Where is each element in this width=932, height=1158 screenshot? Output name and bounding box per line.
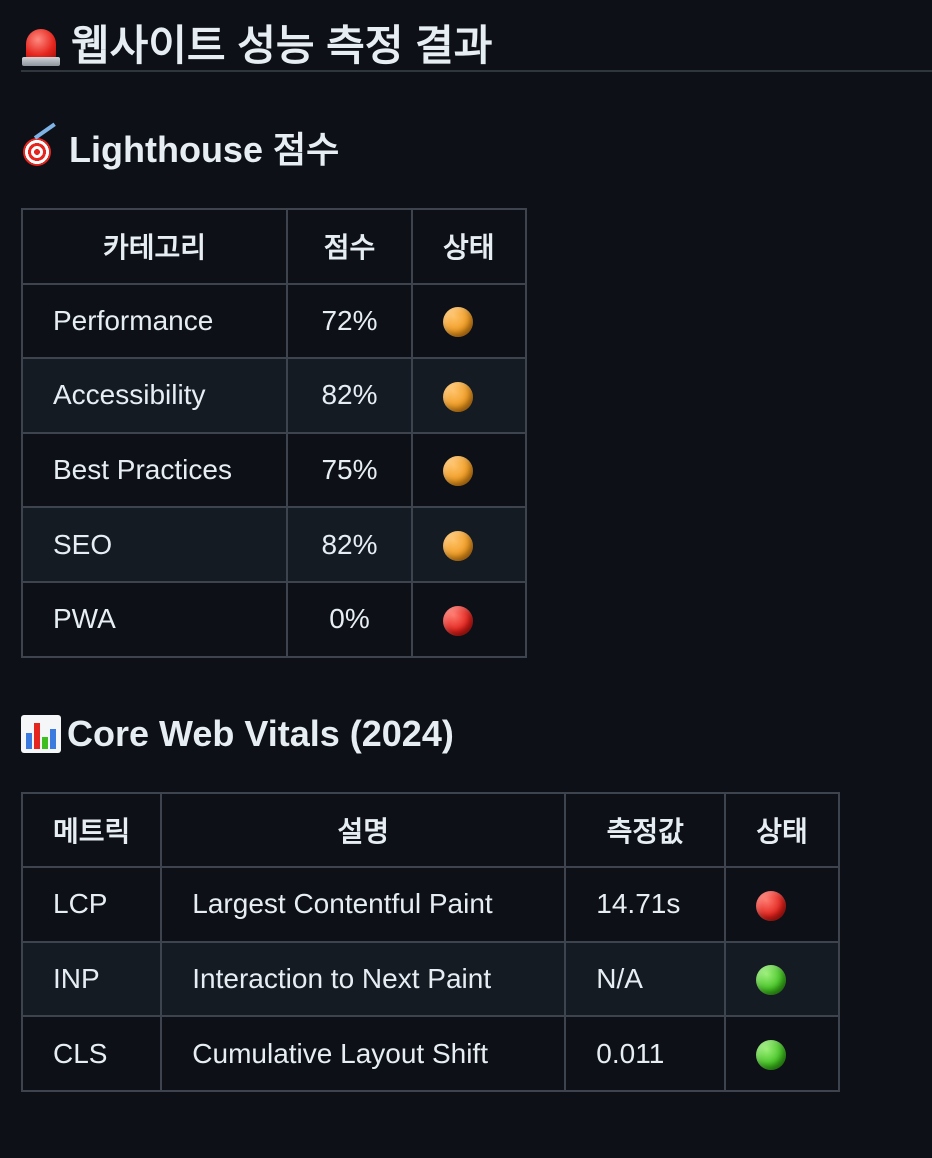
column-header: 점수: [286, 208, 413, 285]
status-circle-icon: [443, 605, 473, 636]
category-cell: Best Practices: [21, 431, 288, 509]
status-cell: [411, 580, 527, 658]
table-row: Best Practices 75%: [21, 431, 527, 509]
value-cell: 14.71s: [564, 866, 727, 943]
column-header: 메트릭: [20, 791, 163, 869]
column-header: 카테고리: [21, 208, 288, 285]
description-cell: Largest Contentful Paint: [160, 866, 567, 943]
page-title: 웹사이트 성능 측정 결과: [21, 0, 932, 72]
table-row: Performance 72%: [21, 282, 527, 360]
table-row: CLS Cumulative Layout Shift 0.011: [20, 1015, 840, 1092]
description-cell: Cumulative Layout Shift: [160, 1015, 567, 1092]
markdown-body: 웹사이트 성능 측정 결과 Lighthouse 점수 카테고리 점수 상태 P…: [20, 0, 932, 1092]
status-cell: [724, 1015, 840, 1092]
status-circle-icon: [443, 530, 473, 561]
status-cell: [411, 431, 527, 509]
table-row: INP Interaction to Next Paint N/A: [20, 940, 840, 1018]
status-circle-icon: [443, 456, 473, 487]
score-cell: 75%: [286, 431, 413, 509]
status-circle-icon: [443, 381, 473, 412]
description-cell: Interaction to Next Paint: [160, 940, 567, 1018]
status-cell: [411, 282, 527, 360]
status-cell: [411, 506, 527, 583]
web-vitals-table: 메트릭 설명 측정값 상태 LCP Largest Contentful Pai…: [20, 791, 840, 1092]
metric-cell: CLS: [20, 1015, 163, 1092]
value-cell: 0.011: [564, 1015, 727, 1092]
metric-cell: LCP: [20, 866, 163, 943]
status-circle-icon: [756, 965, 787, 996]
target-icon: [21, 122, 63, 168]
category-cell: SEO: [21, 506, 288, 583]
score-cell: 82%: [286, 506, 413, 583]
table-row: SEO 82%: [21, 506, 527, 583]
table-row: LCP Largest Contentful Paint 14.71s: [20, 866, 840, 943]
column-header: 상태: [411, 208, 527, 285]
web-vitals-heading: Core Web Vitals (2024): [21, 712, 932, 756]
page-title-text: 웹사이트 성능 측정 결과: [71, 22, 493, 69]
column-header: 설명: [160, 791, 567, 869]
column-header: 측정값: [564, 791, 727, 869]
status-circle-icon: [443, 307, 473, 338]
score-cell: 82%: [286, 357, 413, 434]
status-cell: [724, 866, 840, 943]
category-cell: Accessibility: [21, 357, 288, 434]
column-header: 상태: [724, 791, 840, 869]
lighthouse-heading-text: Lighthouse 점수: [69, 129, 340, 170]
table-header-row: 카테고리 점수 상태: [21, 208, 527, 285]
table-header-row: 메트릭 설명 측정값 상태: [20, 791, 840, 869]
web-vitals-heading-text: Core Web Vitals (2024): [67, 712, 454, 754]
category-cell: PWA: [21, 580, 288, 658]
value-cell: N/A: [564, 940, 727, 1018]
score-cell: 72%: [286, 282, 413, 360]
status-circle-icon: [756, 890, 787, 921]
lighthouse-table: 카테고리 점수 상태 Performance 72% Accessibility…: [21, 208, 527, 658]
table-row: PWA 0%: [21, 580, 527, 658]
status-cell: [724, 940, 840, 1018]
lighthouse-heading: Lighthouse 점수: [21, 122, 932, 172]
table-row: Accessibility 82%: [21, 357, 527, 434]
status-cell: [411, 357, 527, 434]
bar-chart-icon: [21, 714, 61, 753]
status-circle-icon: [756, 1039, 787, 1070]
score-cell: 0%: [286, 580, 413, 658]
metric-cell: INP: [20, 940, 163, 1018]
category-cell: Performance: [21, 282, 288, 360]
siren-icon: [21, 25, 61, 67]
